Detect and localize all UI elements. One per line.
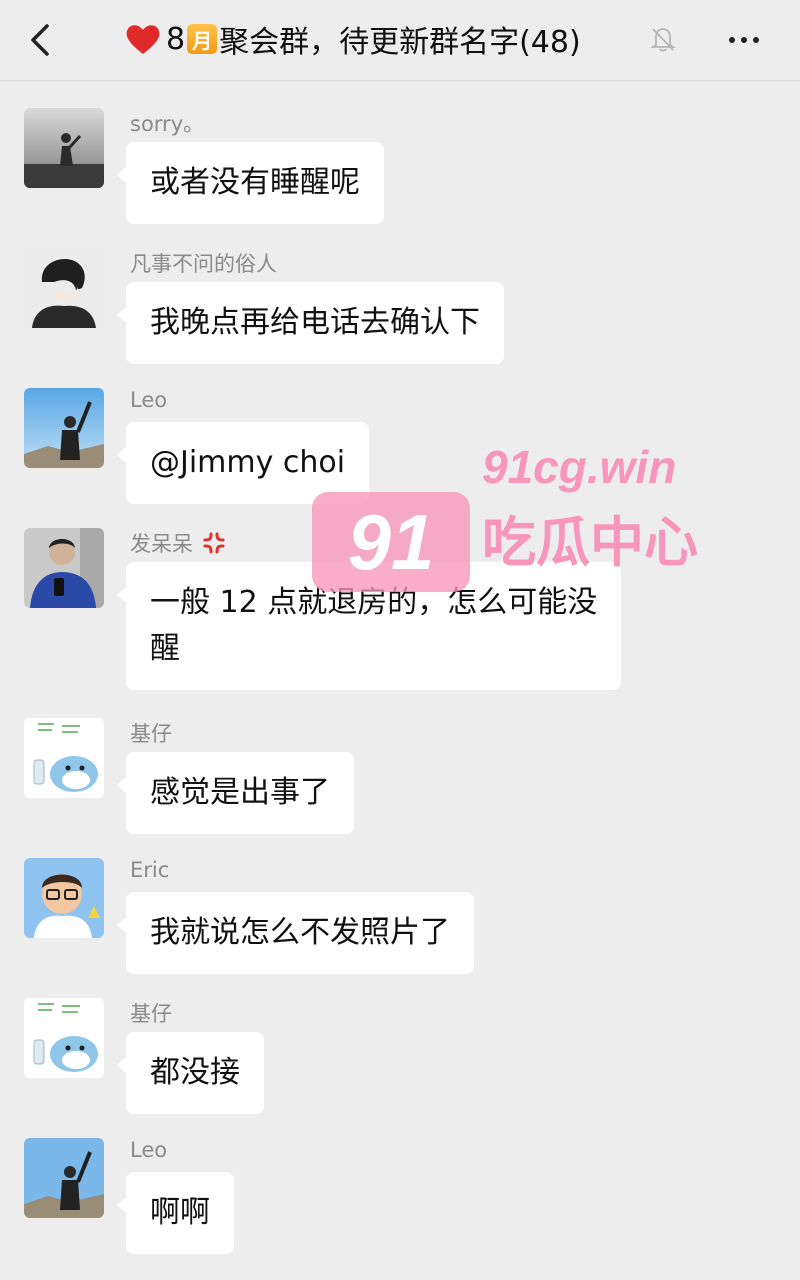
chat-title[interactable]: 8 月 聚会群，待更新群名字(48) xyxy=(124,14,581,64)
message-bubble[interactable]: 一般 12 点就退房的，怎么可能没 醒 xyxy=(116,562,622,690)
back-button[interactable] xyxy=(18,18,62,62)
avatar-fadaidai[interactable] xyxy=(24,528,104,608)
more-dot xyxy=(753,37,759,43)
sender-name-text: 发呆呆 xyxy=(130,532,193,556)
back-arrow-icon xyxy=(31,24,49,56)
sender-name: 发呆呆 xyxy=(130,528,226,558)
more-dots-icon xyxy=(729,37,735,43)
message-bubble[interactable]: 我晚点再给电话去确认下 xyxy=(117,282,504,364)
message-line: 一般 12 点就退房的，怎么可能没 xyxy=(150,585,598,620)
anger-icon xyxy=(203,532,225,554)
sender-name: Leo xyxy=(130,388,168,412)
avatar-jizai[interactable] xyxy=(24,718,104,798)
avatar-sorry[interactable] xyxy=(24,108,104,188)
month-badge: 月 xyxy=(187,24,218,54)
sender-name: 凡事不问的俗人 xyxy=(130,252,277,276)
more-dot xyxy=(741,37,747,43)
message-bubble[interactable]: @Jimmy choi xyxy=(116,422,370,504)
avatar-fanshi[interactable] xyxy=(24,248,104,328)
message-bubble[interactable]: 我就说怎么不发照片了 xyxy=(117,892,474,974)
message-bubble[interactable]: 都没接 xyxy=(117,1032,264,1114)
title-prefix: 8 xyxy=(166,21,186,57)
sender-name: 基仔 xyxy=(130,1002,172,1026)
title-suffix: 聚会群，待更新群名字(48) xyxy=(219,25,581,60)
watermark-url: 91cg.win xyxy=(482,441,677,493)
sender-name: 基仔 xyxy=(130,722,172,746)
avatar-eric[interactable] xyxy=(24,858,104,938)
message-line: 醒 xyxy=(150,631,180,666)
avatar-leo[interactable] xyxy=(24,1138,104,1218)
message-bubble[interactable]: 或者没有睡醒呢 xyxy=(117,142,384,224)
mute-bell-icon xyxy=(650,28,676,52)
more-button[interactable] xyxy=(716,18,772,62)
sender-name: Leo xyxy=(130,1138,168,1162)
avatar-jizai[interactable] xyxy=(24,998,104,1078)
heart-icon xyxy=(126,25,160,54)
avatar-leo[interactable] xyxy=(24,388,104,468)
message-bubble[interactable]: 啊啊 xyxy=(117,1172,234,1254)
chat-header: 8 月 聚会群，待更新群名字(48) xyxy=(0,0,800,81)
sender-name: Eric xyxy=(130,858,170,882)
sender-name: sorry。 xyxy=(130,112,205,136)
message-bubble[interactable]: 感觉是出事了 xyxy=(117,752,354,834)
